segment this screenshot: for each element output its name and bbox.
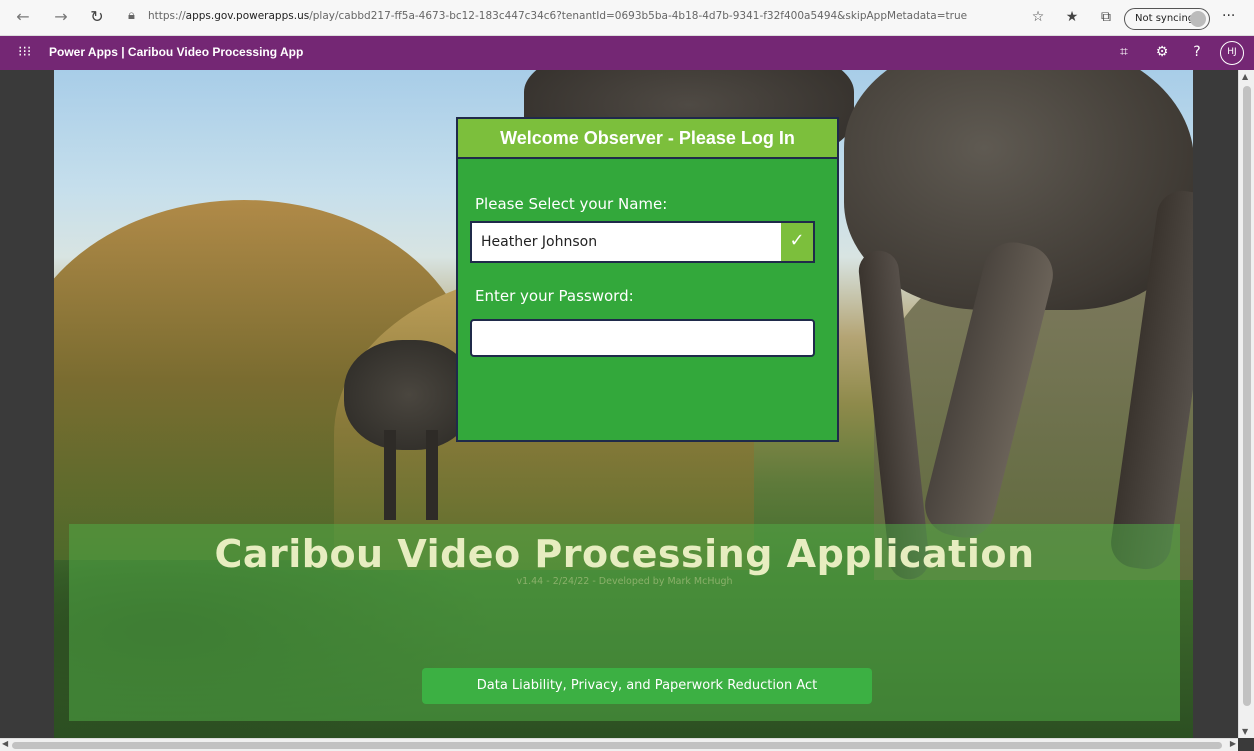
avatar[interactable]: HJ xyxy=(1220,41,1244,65)
forward-icon[interactable]: → xyxy=(52,8,70,26)
privacy-act-button[interactable]: Data Liability, Privacy, and Paperwork R… xyxy=(422,668,872,704)
app-main-title: Caribou Video Processing Application xyxy=(214,532,1035,576)
collections-icon[interactable]: ⧉ xyxy=(1097,8,1115,26)
scroll-left-icon[interactable]: ◀ xyxy=(2,739,8,748)
vertical-scrollbar[interactable]: ▲ ▼ xyxy=(1238,70,1254,738)
profile-icon xyxy=(1190,11,1206,27)
app-header: ⁝⁝⁝ Power Apps | Caribou Video Processin… xyxy=(0,36,1254,70)
login-title: Welcome Observer - Please Log In xyxy=(500,128,795,148)
back-icon[interactable]: ← xyxy=(14,8,32,26)
scroll-up-icon[interactable]: ▲ xyxy=(1242,72,1248,81)
favorites-icon[interactable]: ★ xyxy=(1063,8,1081,26)
browser-toolbar: ← → ↻ 🔒︎ https://apps.gov.powerapps.us/p… xyxy=(0,0,1254,36)
vertical-scroll-thumb[interactable] xyxy=(1243,86,1251,706)
login-header: Welcome Observer - Please Log In xyxy=(458,119,837,159)
scroll-right-icon[interactable]: ▶ xyxy=(1230,739,1236,748)
login-panel: Welcome Observer - Please Log In Please … xyxy=(456,117,839,442)
url-text[interactable]: https://apps.gov.powerapps.us/play/cabbd… xyxy=(148,10,967,22)
sync-label: Not syncing xyxy=(1135,13,1195,24)
more-icon[interactable]: ··· xyxy=(1222,8,1235,24)
horizontal-scrollbar[interactable]: ◀ ▶ xyxy=(0,738,1238,751)
help-icon[interactable]: ? xyxy=(1188,44,1206,60)
waffle-icon[interactable]: ⁝⁝⁝ xyxy=(18,45,32,59)
chevron-down-icon[interactable]: ✓ xyxy=(781,223,813,261)
read-aloud-icon[interactable]: ☆ xyxy=(1029,8,1047,26)
scroll-down-icon[interactable]: ▼ xyxy=(1242,727,1248,736)
password-field[interactable] xyxy=(470,319,815,357)
gear-icon[interactable]: ⚙ xyxy=(1153,44,1171,60)
fit-to-window-icon[interactable]: ⌗ xyxy=(1115,44,1133,60)
app-title: Power Apps | Caribou Video Processing Ap… xyxy=(49,45,304,59)
lock-icon: 🔒︎ xyxy=(128,8,135,23)
profile-sync-button[interactable]: Not syncing xyxy=(1124,8,1210,30)
name-label: Please Select your Name: xyxy=(475,195,668,213)
selected-name: Heather Johnson xyxy=(481,234,598,250)
refresh-icon[interactable]: ↻ xyxy=(88,8,106,26)
horizontal-scroll-thumb[interactable] xyxy=(12,742,1222,749)
name-dropdown[interactable]: Heather Johnson ✓ xyxy=(470,221,815,263)
password-label: Enter your Password: xyxy=(475,287,634,305)
version-info: v1.44 - 2/24/22 - Developed by Mark McHu… xyxy=(516,576,733,587)
address-bar[interactable]: 🔒︎ https://apps.gov.powerapps.us/play/ca… xyxy=(112,4,1122,30)
